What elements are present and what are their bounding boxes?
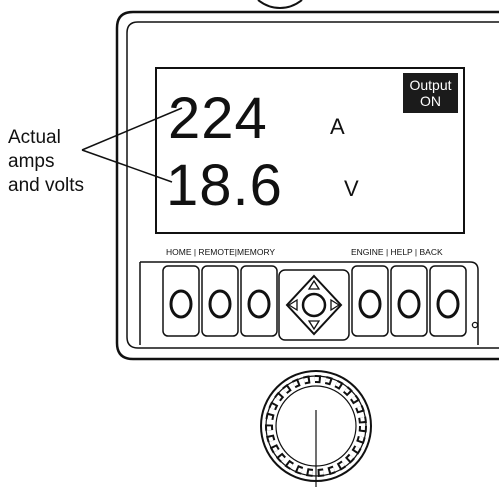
- directional-pad: [278, 269, 350, 341]
- callout-line-3: and volts: [8, 175, 85, 196]
- output-badge-line-2: ON: [420, 93, 441, 109]
- soft-key-home: [162, 265, 200, 337]
- soft-key-labels-right: ENGINE | HELP | BACK: [351, 247, 443, 257]
- soft-key-remote: [201, 265, 239, 337]
- amps-unit: A: [330, 114, 345, 139]
- volts-readout: 18.6: [166, 153, 283, 218]
- soft-key-back: [429, 265, 467, 337]
- soft-key-memory: [240, 265, 278, 337]
- amps-readout: 224: [168, 86, 268, 151]
- soft-key-engine: [351, 265, 389, 337]
- callout-line-1: Actual: [8, 127, 61, 148]
- volts-unit: V: [344, 176, 359, 201]
- callout-label: Actual amps and volts: [8, 126, 108, 198]
- callout-line-2: amps: [8, 151, 55, 172]
- output-badge-line-1: Output: [409, 77, 452, 93]
- soft-key-labels-left: HOME | REMOTE|MEMORY: [166, 247, 276, 257]
- dial-knob: [260, 370, 372, 487]
- indicator-dot: [471, 321, 479, 329]
- soft-key-help: [390, 265, 428, 337]
- output-status-badge: Output ON: [403, 73, 458, 113]
